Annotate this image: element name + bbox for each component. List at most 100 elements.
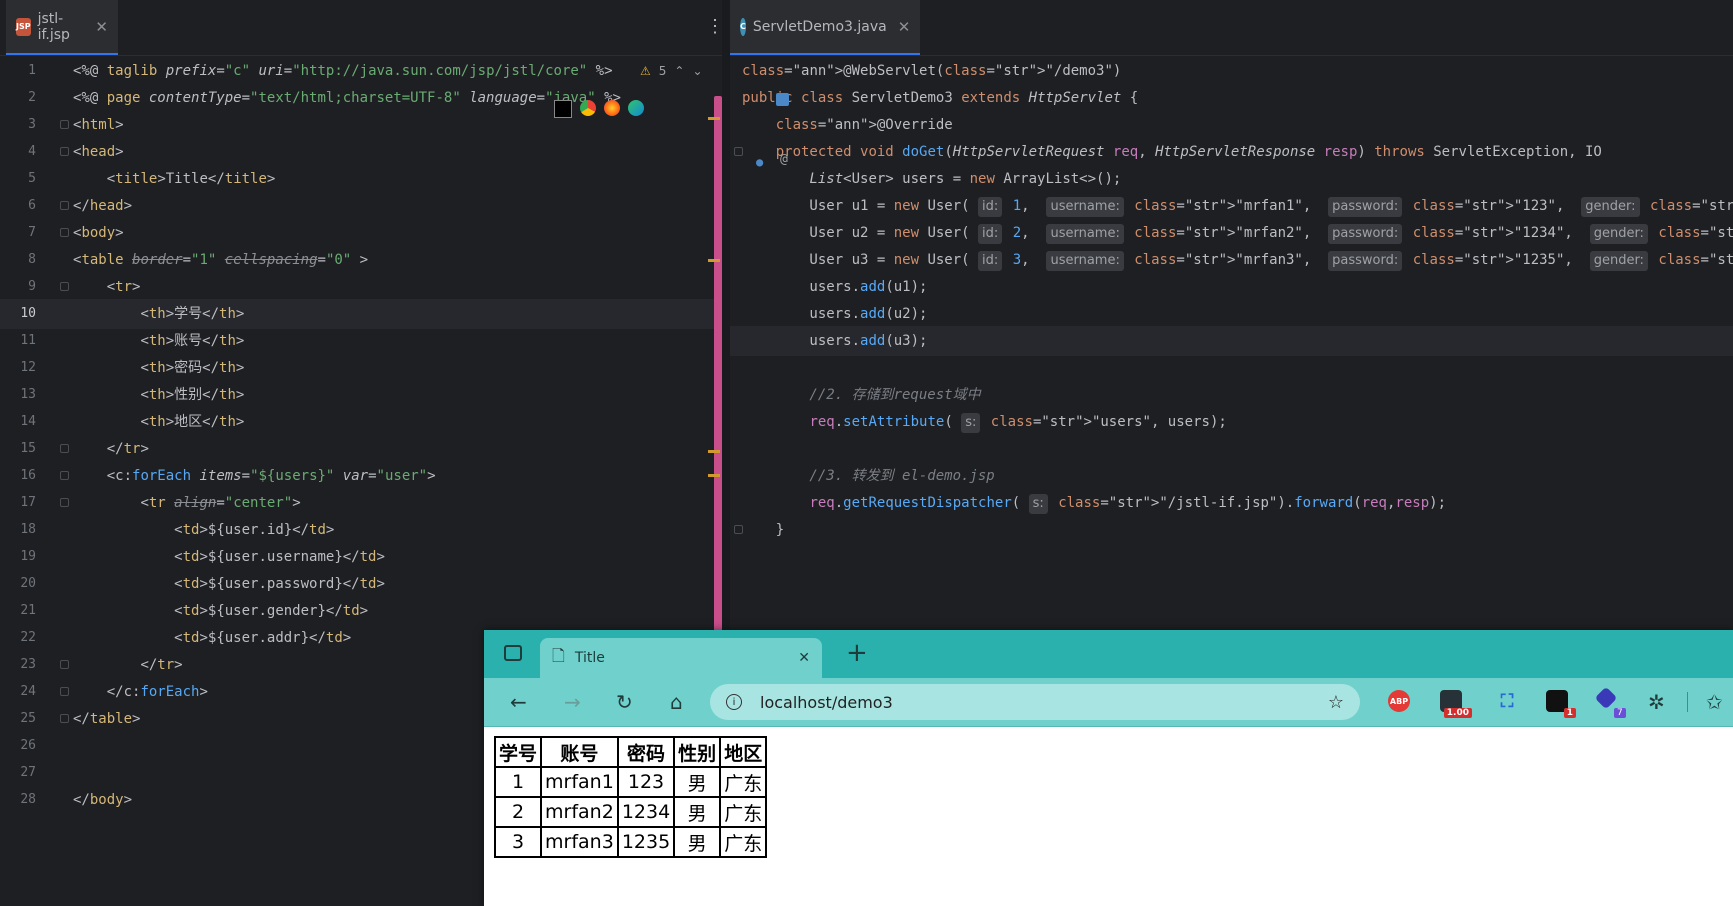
crop-extension-icon[interactable]: ⛶ [1496,690,1518,712]
code-text: <tr> [106,279,141,295]
code-line[interactable]: 12class="ann">@WebServlet(class="str">"/… [730,56,1733,86]
url-text[interactable]: localhost/demo3 [760,693,893,712]
override-gutter-icon[interactable]: ● [756,155,763,169]
fold-icon[interactable] [60,120,69,129]
close-icon[interactable]: ✕ [898,18,911,36]
code-line[interactable]: 21 users.add(u2); [730,299,1733,329]
annotation-gutter-icon[interactable]: @ [780,152,788,167]
code-line[interactable]: 9 <tr> [0,272,722,302]
new-tab-icon[interactable]: + [846,638,868,668]
code-line[interactable]: 20 users.add(u1); [730,272,1733,302]
code-line[interactable]: 7 <body> [0,218,722,248]
extension-icon[interactable]: 1 [1546,690,1576,718]
code-line[interactable]: 13public class ServletDemo3 extends Http… [730,83,1733,113]
servlet-gutter-icon[interactable] [776,93,789,106]
warning-marker[interactable] [708,259,720,262]
fold-icon[interactable] [60,228,69,237]
code-line[interactable]: 5 <title>Title</title> [0,164,722,194]
inspection-widget[interactable]: ⚠ 5 ⌃ ⌄ [640,64,703,78]
back-icon[interactable]: ← [510,690,527,714]
warning-marker[interactable] [708,474,720,477]
code-line[interactable]: 23 [730,353,1733,383]
code-line[interactable]: 26 [730,434,1733,464]
tab-jstl-if-jsp[interactable]: JSP jstl-if.jsp ✕ [6,0,118,55]
code-line[interactable]: 14 class="ann">@Override [730,110,1733,140]
site-info-icon[interactable]: i [726,694,742,710]
chrome-icon[interactable] [580,100,596,116]
code-line[interactable]: 1 <%@ taglib prefix="c" uri="http://java.… [0,56,722,86]
code-line[interactable]: 15 protected void doGet(HttpServletReque… [730,137,1733,167]
table-cell: 2 [493,796,543,828]
edge-icon[interactable] [628,100,644,116]
code-line[interactable]: 16 <c:forEach items="${users}" var="user… [0,461,722,491]
code-text: users.add(u1); [742,279,928,295]
table-cell: 男 [673,796,722,828]
code-line[interactable]: 17 User u1 = new User( id: 1, username: … [730,191,1733,221]
close-tab-icon[interactable]: ✕ [798,650,810,666]
warning-marker[interactable] [708,117,720,120]
favorites-icon[interactable]: ✩ [1706,690,1723,714]
code-line[interactable]: 19 User u3 = new User( id: 3, username: … [730,245,1733,275]
warning-marker[interactable] [708,450,720,453]
fold-icon[interactable] [60,687,69,696]
fold-icon[interactable] [60,660,69,669]
code-line[interactable]: 24 //2. 存储到request域中 [730,380,1733,410]
code-line[interactable]: 30 [730,542,1733,572]
code-line[interactable]: 8 <table border="1" cellspacing="0" > [0,245,722,275]
code-line[interactable]: 18 User u2 = new User( id: 2, username: … [730,218,1733,248]
tab-label: jstl-if.jsp [37,10,70,43]
fold-icon[interactable] [60,714,69,723]
adblock-icon[interactable]: ABP [1388,690,1410,712]
code-line[interactable]: 19 <td>${user.username}</td> [0,542,722,572]
tab-servletdemo3-java[interactable]: C ServletDemo3.java ✕ [730,0,920,55]
extensions-puzzle-icon[interactable]: ✲ [1648,690,1665,714]
code-line[interactable]: 29 } [730,515,1733,545]
more-options-icon[interactable]: ⋮ [706,16,722,37]
chevron-up-icon[interactable]: ⌃ [674,64,684,78]
fold-icon[interactable] [60,201,69,210]
browser-tab-title[interactable]: 🗋 Title ✕ [540,638,822,678]
code-line[interactable]: 17 <tr align="center"> [0,488,722,518]
code-line[interactable]: 14 <th>地区</th> [0,407,722,437]
fold-icon[interactable] [60,147,69,156]
code-line[interactable]: 18 <td>${user.id}</td> [0,515,722,545]
code-line[interactable]: 4 <head> [0,137,722,167]
fold-icon[interactable] [60,444,69,453]
fold-icon[interactable] [60,282,69,291]
favorite-star-icon[interactable]: ☆ [1328,692,1344,713]
code-text: req.setAttribute( s: class="str">"users"… [742,407,1227,437]
code-line[interactable]: 6 </head> [0,191,722,221]
code-line[interactable]: 16 List<User> users = new ArrayList<>(); [730,164,1733,194]
code-line[interactable]: 10 <th>学号</th> [0,299,722,329]
intellij-icon[interactable] [554,100,572,118]
firefox-icon[interactable] [604,100,620,116]
code-text: users.add(u2); [742,306,928,322]
close-icon[interactable]: ✕ [95,18,108,36]
fold-icon[interactable] [60,471,69,480]
video-speed-icon[interactable]: 1.00 [1440,690,1472,718]
warning-icon: ⚠ [640,64,651,78]
code-line[interactable]: 28 req.getRequestDispatcher( s: class="s… [730,488,1733,518]
line-number: 1 [28,63,36,78]
code-line[interactable]: 20 <td>${user.password}</td> [0,569,722,599]
code-line[interactable]: 22 users.add(u3); [730,326,1733,356]
chevron-down-icon[interactable]: ⌄ [692,64,702,78]
code-line[interactable]: 15 </tr> [0,434,722,464]
refresh-icon[interactable]: ↻ [616,690,633,714]
code-line[interactable]: 12 <th>密码</th> [0,353,722,383]
table-cell: 男 [673,766,722,798]
code-line[interactable]: 27 //3. 转发到 el-demo.jsp [730,461,1733,491]
code-line[interactable]: 21 <td>${user.gender}</td> [0,596,722,626]
line-number: 12 [20,360,36,375]
page-icon: 🗋 [552,645,565,665]
code-line[interactable]: 13 <th>性别</th> [0,380,722,410]
table-cell: mrfan2 [540,796,619,828]
home-icon[interactable]: ⌂ [670,690,683,714]
tab-actions-icon[interactable] [504,645,522,661]
code-line[interactable]: 25 req.setAttribute( s: class="str">"use… [730,407,1733,437]
fold-icon[interactable] [60,498,69,507]
address-bar[interactable]: i localhost/demo3 ☆ [710,684,1360,720]
forward-icon[interactable]: → [564,690,581,714]
extension-icon[interactable] [1594,686,1618,710]
code-line[interactable]: 11 <th>账号</th> [0,326,722,356]
